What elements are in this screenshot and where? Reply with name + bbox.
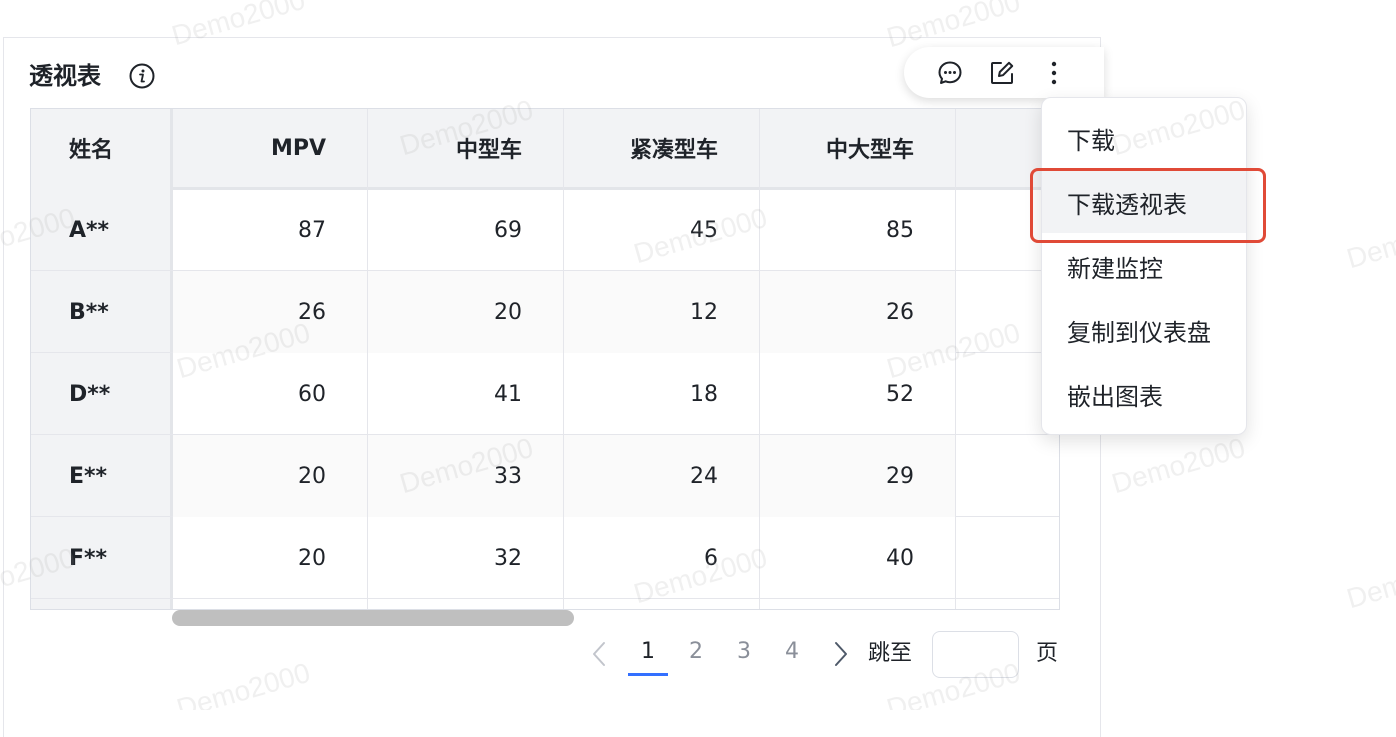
- row-header-cell: A**: [69, 217, 110, 243]
- jump-page-input[interactable]: [932, 631, 1019, 678]
- page-2-button[interactable]: 2: [676, 636, 716, 670]
- column-header-compact[interactable]: 紧凑型车: [564, 109, 759, 187]
- table-cell: [956, 517, 1059, 599]
- table-cell: 29: [760, 435, 955, 517]
- table-cell: 32: [494, 545, 522, 571]
- info-icon[interactable]: [129, 63, 155, 89]
- table-cell: 60: [298, 381, 326, 407]
- table-cell: 85: [886, 217, 914, 243]
- table-cell: 20: [368, 271, 563, 353]
- table-cell: 26: [760, 271, 955, 353]
- page-3-button[interactable]: 3: [724, 636, 764, 670]
- page-suffix-label: 页: [1036, 641, 1059, 666]
- table-cell: 41: [494, 381, 522, 407]
- more-actions-menu: 下载 下载透视表 新建监控 复制到仪表盘 嵌出图表: [1041, 97, 1247, 435]
- row-header-cell: B**: [69, 299, 109, 325]
- row-header-cell: E**: [69, 463, 108, 489]
- table-cell: 24: [564, 435, 759, 517]
- edit-icon[interactable]: [988, 59, 1016, 87]
- prev-page-icon[interactable]: [588, 640, 612, 668]
- table-cell: 6: [704, 545, 718, 571]
- column-header-name[interactable]: 姓名: [31, 109, 170, 187]
- more-icon[interactable]: [1040, 59, 1068, 87]
- column-header-midsize[interactable]: 中型车: [368, 109, 563, 187]
- page-4-button[interactable]: 4: [772, 636, 812, 670]
- table-cell: 87: [298, 217, 326, 243]
- horizontal-scrollbar-thumb[interactable]: [172, 610, 574, 626]
- table-cell: 20: [298, 545, 326, 571]
- widget-toolbar: [904, 47, 1104, 98]
- table-cell: [956, 435, 1059, 517]
- watermark: Demo2000: [1343, 206, 1396, 275]
- widget-title: 透视表: [29, 62, 101, 90]
- table-cell: 40: [886, 545, 914, 571]
- current-page-indicator: [628, 673, 668, 676]
- row-header-cell: D**: [69, 381, 111, 407]
- menu-item-download[interactable]: 下载: [1042, 107, 1246, 169]
- menu-item-embed-chart[interactable]: 嵌出图表: [1042, 363, 1246, 425]
- row-header-cell: F**: [69, 545, 108, 571]
- watermark: Demo2000: [1343, 546, 1396, 615]
- annotation-highlight-box: [1030, 168, 1266, 243]
- menu-item-copy-to-dashboard[interactable]: 复制到仪表盘: [1042, 299, 1246, 361]
- column-header-mpv[interactable]: MPV: [173, 109, 367, 187]
- table-cell: 26: [173, 271, 367, 353]
- table-cell: 12: [564, 271, 759, 353]
- table-cell: 33: [368, 435, 563, 517]
- page-1-button[interactable]: 1: [628, 636, 668, 670]
- table-cell: 52: [886, 381, 914, 407]
- table-cell: 69: [494, 217, 522, 243]
- pivot-table: 姓名 MPV 中型车 紧凑型车 中大型车 A** 87 69 45 85 B** 26 20 1…: [30, 108, 1060, 610]
- table-cell: 20: [173, 435, 367, 517]
- table-cell: 45: [690, 217, 718, 243]
- jump-to-label: 跳至: [868, 641, 913, 666]
- comment-icon[interactable]: [936, 59, 964, 87]
- next-page-icon[interactable]: [828, 640, 852, 668]
- table-cell: 18: [690, 381, 718, 407]
- watermark: Demo2000: [1108, 431, 1249, 500]
- column-header-mid-large[interactable]: 中大型车: [760, 109, 955, 187]
- menu-item-create-monitor[interactable]: 新建监控: [1042, 235, 1246, 297]
